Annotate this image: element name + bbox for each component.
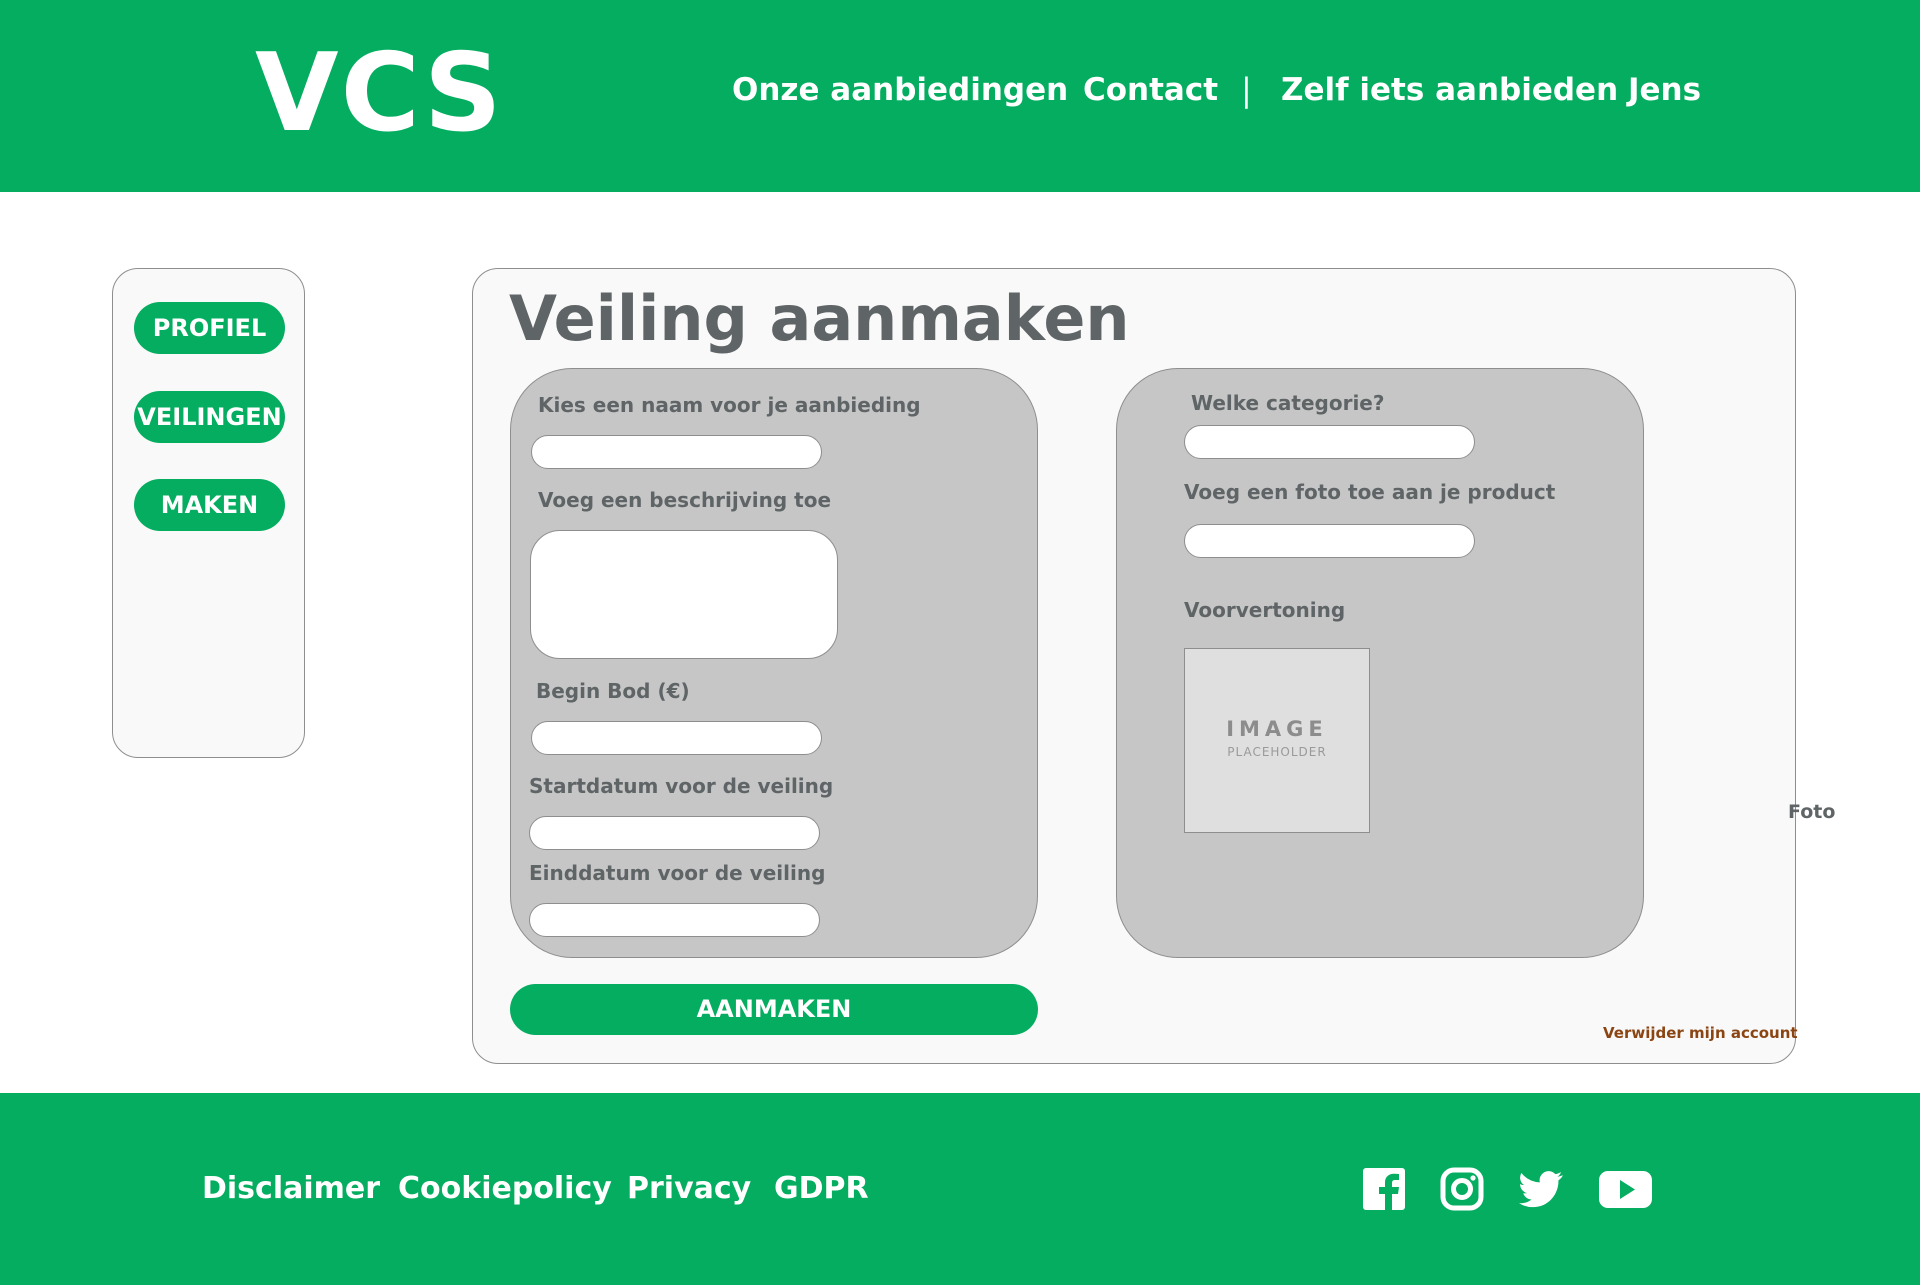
footer-privacy-link[interactable]: Privacy xyxy=(627,1169,751,1209)
instagram-icon[interactable] xyxy=(1440,1167,1484,1211)
image-placeholder-subtext: PLACEHOLDER xyxy=(1227,745,1327,759)
start-date-label: Startdatum voor de veiling xyxy=(529,774,834,798)
auction-details-card: Kies een naam voor je aanbieding Voeg ee… xyxy=(510,368,1038,958)
foto-annotation: Foto xyxy=(1788,801,1836,823)
create-auction-button[interactable]: AANMAKEN xyxy=(510,984,1038,1035)
photo-input[interactable] xyxy=(1184,524,1475,558)
site-footer: Disclaimer Cookiepolicy Privacy GDPR xyxy=(0,1093,1920,1285)
image-preview: IMAGE PLACEHOLDER xyxy=(1184,648,1370,833)
nav-user-link[interactable]: Jens xyxy=(1628,70,1701,110)
twitter-icon[interactable] xyxy=(1519,1167,1563,1211)
sidebar-item-auctions[interactable]: VEILINGEN xyxy=(134,391,285,443)
page-title: Veiling aanmaken xyxy=(509,282,1130,355)
end-date-input[interactable] xyxy=(529,903,820,937)
facebook-icon[interactable] xyxy=(1362,1167,1406,1211)
sidebar-panel: PROFIEL VEILINGEN MAKEN xyxy=(112,268,305,758)
nav-offers-link[interactable]: Onze aanbiedingen xyxy=(732,70,1068,110)
start-bid-label: Begin Bod (€) xyxy=(536,679,690,703)
description-label: Voeg een beschrijving toe xyxy=(538,488,832,512)
name-input[interactable] xyxy=(531,435,822,469)
nav-contact-link[interactable]: Contact xyxy=(1083,70,1218,110)
name-label: Kies een naam voor je aanbieding xyxy=(538,393,921,417)
footer-cookiepolicy-link[interactable]: Cookiepolicy xyxy=(398,1169,612,1209)
category-label: Welke categorie? xyxy=(1191,391,1385,415)
description-textarea[interactable] xyxy=(530,530,838,659)
photo-label: Voeg een foto toe aan je product xyxy=(1184,480,1556,504)
youtube-icon[interactable] xyxy=(1598,1167,1653,1211)
nav-separator: | xyxy=(1241,71,1252,109)
nav-offer-yourself-link[interactable]: Zelf iets aanbieden xyxy=(1281,70,1618,110)
start-date-input[interactable] xyxy=(529,816,820,850)
auction-media-card: Welke categorie? Voeg een foto toe aan j… xyxy=(1116,368,1644,958)
sidebar-item-profile[interactable]: PROFIEL xyxy=(134,302,285,354)
footer-gdpr-link[interactable]: GDPR xyxy=(774,1169,869,1209)
end-date-label: Einddatum voor de veiling xyxy=(529,861,826,885)
delete-account-link[interactable]: Verwijder mijn account xyxy=(1603,1023,1798,1043)
preview-label: Voorvertoning xyxy=(1184,598,1346,622)
sidebar-item-create[interactable]: MAKEN xyxy=(134,479,285,531)
category-input[interactable] xyxy=(1184,425,1475,459)
start-bid-input[interactable] xyxy=(531,721,822,755)
footer-disclaimer-link[interactable]: Disclaimer xyxy=(202,1169,380,1209)
site-logo[interactable]: VCS xyxy=(255,34,504,154)
site-header: VCS Onze aanbiedingen Contact | Zelf iet… xyxy=(0,0,1920,192)
create-auction-panel: Veiling aanmaken Kies een naam voor je a… xyxy=(472,268,1798,1064)
image-placeholder-text: IMAGE xyxy=(1226,717,1328,741)
